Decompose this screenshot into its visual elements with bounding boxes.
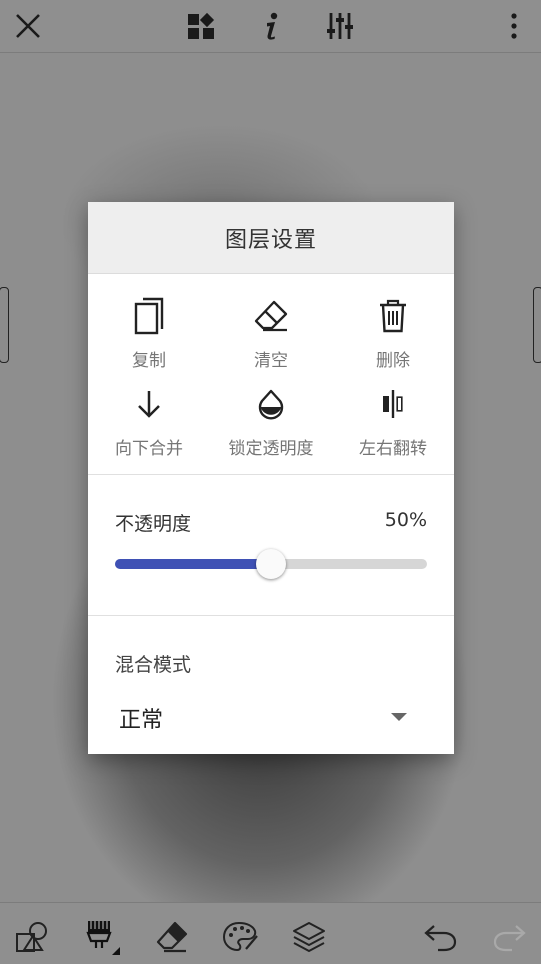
info-icon[interactable]	[251, 6, 291, 46]
undo-icon[interactable]	[420, 917, 460, 957]
merge-down-button[interactable]: 向下合并	[88, 384, 210, 464]
layers-icon[interactable]	[289, 917, 329, 957]
palette-icon[interactable]	[220, 917, 260, 957]
blend-mode-value: 正常	[119, 708, 164, 733]
opacity-value: 50%	[384, 509, 427, 531]
brush-icon[interactable]	[82, 917, 122, 957]
blend-mode-label: 混合模式	[115, 654, 192, 676]
merge-down-label: 向下合并	[115, 439, 183, 459]
opacity-slider[interactable]	[115, 549, 427, 579]
right-panel-handle[interactable]	[533, 287, 541, 363]
opacity-section: 不透明度 50%	[88, 475, 454, 616]
trash-icon	[373, 296, 413, 336]
lock-transparency-label: 锁定透明度	[228, 439, 314, 459]
delete-label: 删除	[376, 351, 410, 371]
redo-icon[interactable]	[490, 917, 530, 957]
close-icon[interactable]	[8, 6, 48, 46]
clear-label: 清空	[254, 351, 288, 371]
lock-transparency-button[interactable]: 锁定透明度	[210, 384, 332, 464]
arrow-down-icon	[129, 384, 169, 424]
bottom-toolbar	[0, 902, 541, 964]
flip-horizontal-label: 左右翻转	[359, 439, 427, 459]
copy-label: 复制	[132, 351, 166, 371]
opacity-label: 不透明度	[115, 513, 192, 535]
opacity-slider-thumb[interactable]	[256, 549, 286, 579]
blend-mode-section: 混合模式 正常	[88, 616, 454, 756]
dropdown-arrow-icon	[391, 713, 407, 721]
layer-actions: 复制 清空 删除 向下合并 锁定透明度 左右翻转	[88, 274, 454, 475]
eraser-icon	[251, 296, 291, 336]
delete-layer-button[interactable]: 删除	[332, 296, 454, 376]
dialog-title: 图层设置	[88, 202, 454, 274]
opacity-slider-fill	[115, 559, 271, 569]
copy-layer-button[interactable]: 复制	[88, 296, 210, 376]
layer-settings-dialog: 图层设置 复制 清空 删除 向下合并 锁定透明度 左右翻转 不透明度 50% 混…	[88, 202, 454, 754]
more-vert-icon[interactable]	[494, 6, 534, 46]
flip-horizontal-icon	[373, 384, 413, 424]
top-toolbar	[0, 0, 541, 53]
left-panel-handle[interactable]	[0, 287, 9, 363]
drop-icon	[251, 384, 291, 424]
blend-mode-dropdown[interactable]: 正常	[115, 696, 427, 736]
copy-icon	[129, 296, 169, 336]
shapes-icon[interactable]	[12, 917, 52, 957]
dashboard-icon[interactable]	[181, 6, 221, 46]
flip-horizontal-button[interactable]: 左右翻转	[332, 384, 454, 464]
adjust-sliders-icon[interactable]	[320, 6, 360, 46]
clear-layer-button[interactable]: 清空	[210, 296, 332, 376]
eraser-tool-icon[interactable]	[152, 917, 192, 957]
